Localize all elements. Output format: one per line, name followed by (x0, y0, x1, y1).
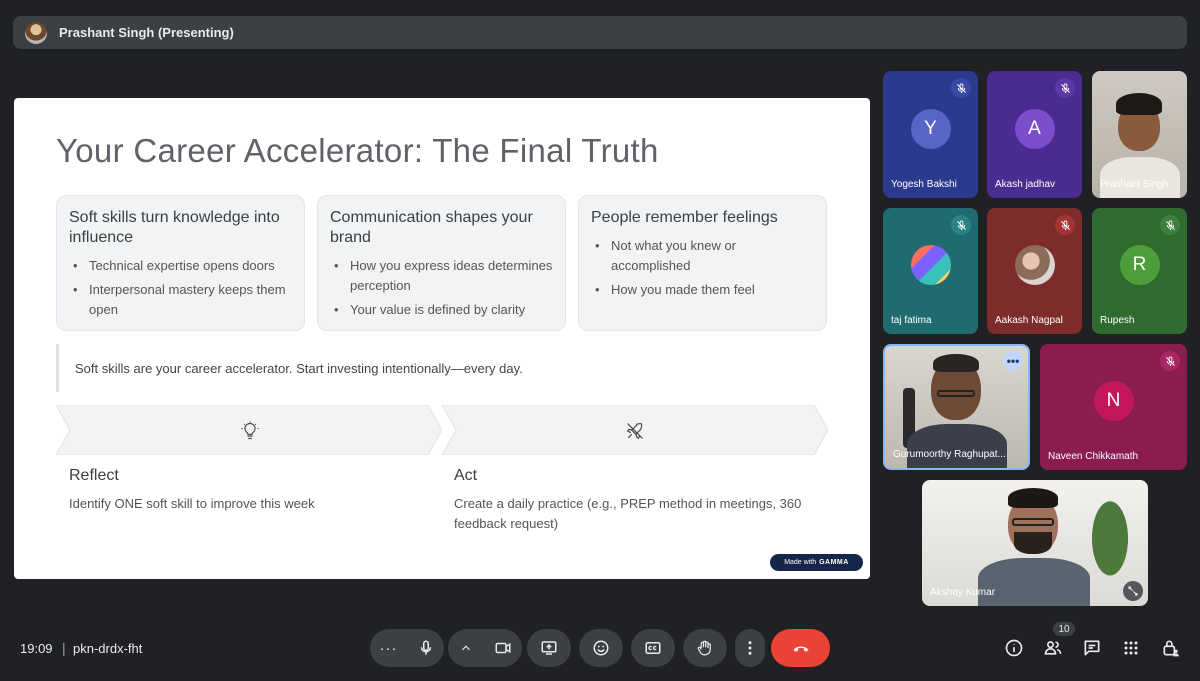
card-bullet: How you made them feel (591, 280, 814, 300)
presenter-avatar (25, 21, 47, 44)
participant-name: Akshay Kumar (930, 587, 996, 598)
host-controls-button[interactable] (1160, 637, 1182, 659)
more-options-button[interactable] (735, 629, 765, 667)
rocket-icon (626, 423, 643, 440)
participant-tile-prashant[interactable]: Prashant Singh (1092, 71, 1187, 198)
card-title: Soft skills turn knowledge into influenc… (69, 209, 280, 246)
people-button[interactable] (1042, 637, 1064, 659)
step-chevron-reflect (56, 405, 442, 455)
mic-off-icon (1055, 215, 1075, 235)
presenter-label: Prashant Singh (Presenting) (59, 25, 234, 40)
mic-off-icon (951, 78, 971, 98)
avatar-image (910, 245, 951, 285)
badge-brand-label: GAMMA (819, 559, 849, 566)
avatar-initial: N (1093, 381, 1134, 421)
avatar-initial: A (1014, 108, 1055, 149)
mic-off-icon (1160, 351, 1180, 371)
camera-control-group (448, 629, 522, 667)
emoji-icon (593, 640, 609, 656)
participant-name: Rupesh (1100, 315, 1135, 326)
slide-quote: Soft skills are your career accelerator.… (56, 344, 828, 392)
leave-call-button[interactable] (771, 629, 830, 667)
lightbulb-icon (241, 421, 259, 440)
participant-name: Aakash Nagpal (995, 315, 1063, 326)
card-bullet: Interpersonal mastery keeps them open (69, 280, 292, 320)
participant-tile-gurumoorthy[interactable]: ••• Gurumoorthy Raghupat... (883, 344, 1030, 470)
slide-card-1: Soft skills turn knowledge into influenc… (56, 195, 305, 331)
present-screen-icon (541, 641, 557, 655)
shared-slide: Your Career Accelerator: The Final Truth… (14, 98, 870, 579)
card-title: Communication shapes your brand (330, 209, 533, 246)
mic-off-icon (1055, 78, 1075, 98)
card-bullet: Technical expertise opens doors (69, 256, 292, 276)
end-call-icon (793, 646, 808, 652)
people-icon (1044, 641, 1062, 655)
participant-tile-rupesh[interactable]: R Rupesh (1092, 208, 1187, 334)
step-title-act: Act (454, 467, 478, 484)
step-title-reflect: Reflect (69, 467, 119, 484)
meeting-code[interactable]: pkn-drdx-fht (73, 641, 142, 656)
microphone-icon[interactable] (417, 639, 435, 657)
meeting-details-button[interactable] (1003, 637, 1025, 659)
audio-options-button[interactable]: ··· (380, 640, 398, 657)
participant-tile-yogesh[interactable]: Y Yogesh Bakshi (883, 71, 978, 198)
more-options-button[interactable]: ••• (1003, 351, 1023, 371)
present-screen-button[interactable] (527, 629, 571, 667)
participant-name: Yogesh Bakshi (891, 179, 957, 190)
participant-name: Akash jadhav (995, 179, 1056, 190)
slide-title: Your Career Accelerator: The Final Truth (56, 132, 659, 169)
card-bullet: Your value is defined by clarity (330, 300, 553, 320)
apps-grid-icon (1124, 641, 1138, 655)
mic-off-icon (951, 215, 971, 235)
chat-button[interactable] (1081, 637, 1103, 659)
avatar-initial: R (1119, 245, 1160, 285)
made-with-gamma-badge[interactable]: Made with GAMMA (770, 554, 863, 571)
captions-icon (645, 642, 661, 654)
lock-person-icon (1163, 640, 1179, 657)
participant-name: Gurumoorthy Raghupat... (893, 449, 1006, 460)
reactions-button[interactable] (579, 629, 623, 667)
camera-icon[interactable] (494, 639, 512, 657)
participant-name: Prashant Singh (1100, 179, 1169, 190)
meeting-time: 19:09 (20, 641, 53, 656)
mic-off-icon (1160, 215, 1180, 235)
card-bullet: Not what you knew or accomplished (591, 236, 814, 276)
captions-button[interactable] (631, 629, 675, 667)
presenting-bar: Prashant Singh (Presenting) (13, 16, 1187, 49)
card-title: People remember feelings (591, 209, 778, 226)
people-count-badge: 10 (1053, 622, 1075, 636)
chevron-up-icon[interactable] (459, 641, 473, 655)
step-desc-reflect: Identify ONE soft skill to improve this … (69, 496, 315, 511)
participant-name: taj fatima (891, 315, 932, 326)
step-chevron-act (442, 405, 828, 455)
badge-made-label: Made with (784, 559, 817, 566)
slide-card-2: Communication shapes your brand How you … (317, 195, 566, 331)
participant-tile-naveen[interactable]: N Naveen Chikkamath (1040, 344, 1187, 470)
step-desc-act: Create a daily practice (e.g., PREP meth… (454, 496, 802, 531)
slide-card-3: People remember feelings Not what you kn… (578, 195, 827, 331)
avatar-image (1014, 245, 1055, 285)
participant-tile-akash[interactable]: A Akash jadhav (987, 71, 1082, 198)
info-icon (1005, 639, 1023, 657)
chat-icon (1084, 640, 1100, 656)
hand-icon (697, 640, 711, 656)
mic-control-group: ··· (370, 629, 444, 667)
picture-in-picture-icon[interactable] (1123, 581, 1143, 601)
participant-tile-aakash[interactable]: Aakash Nagpal (987, 208, 1082, 334)
more-vert-icon (748, 641, 752, 655)
avatar-initial: Y (910, 108, 951, 149)
card-bullet: How you express ideas determines percept… (330, 256, 553, 296)
activities-button[interactable] (1120, 637, 1142, 659)
meeting-separator: | (62, 640, 66, 656)
raise-hand-button[interactable] (683, 629, 727, 667)
participant-tile-taj[interactable]: taj fatima (883, 208, 978, 334)
participant-name: Naveen Chikkamath (1048, 451, 1139, 462)
participant-tile-akshay[interactable]: Akshay Kumar (922, 480, 1148, 606)
